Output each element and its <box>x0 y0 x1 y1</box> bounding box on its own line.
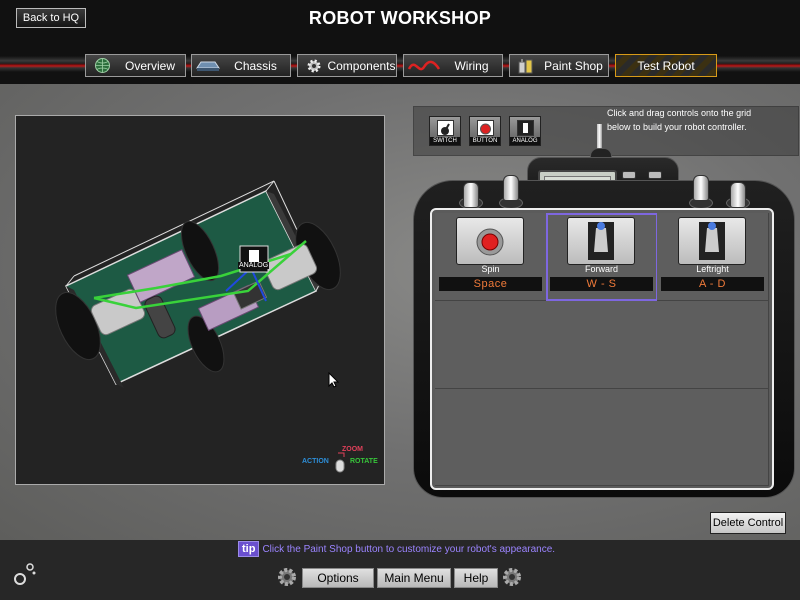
control-name: Spin <box>481 264 500 274</box>
tip-badge: tip <box>238 541 260 557</box>
tab-label: Paint Shop <box>544 58 603 73</box>
analog-tool[interactable]: ANALOG <box>509 116 541 146</box>
control-key-binding: A - D <box>661 277 764 291</box>
help-button[interactable]: Help <box>454 568 498 588</box>
tab-label: Wiring <box>454 58 489 73</box>
tab-label: Chassis <box>234 58 277 73</box>
controller-instructions: Click and drag controls onto the grid be… <box>607 108 752 132</box>
action-label: ACTION <box>302 458 329 465</box>
control-cell-forward[interactable]: Forward W - S <box>546 213 658 301</box>
wire-icon <box>407 56 441 75</box>
toggle-stick <box>693 175 709 201</box>
robot-render <box>55 180 341 388</box>
tab-components[interactable]: Components <box>297 54 397 77</box>
robot-3d-viewport[interactable]: ANALOG ZOOM ACTION ROTATE <box>15 115 385 485</box>
button-icon <box>477 120 494 136</box>
main-menu-button[interactable]: Main Menu <box>377 568 451 588</box>
mouse-cursor <box>328 371 340 388</box>
tool-label: ANALOG <box>510 137 540 145</box>
options-button[interactable]: Options <box>302 568 374 588</box>
rotate-label: ROTATE <box>350 458 378 465</box>
page-title: ROBOT WORKSHOP <box>308 8 492 28</box>
tab-label: Components <box>327 58 396 73</box>
tool-label: SWITCH <box>430 137 460 145</box>
analog-control-icon <box>678 217 746 265</box>
switch-tool[interactable]: SWITCH <box>429 116 461 146</box>
gear-icon <box>276 566 298 588</box>
toggle-stick <box>503 175 519 201</box>
empty-control-slot[interactable] <box>657 301 769 389</box>
control-name: Leftright <box>696 264 729 274</box>
tab-label: Test Robot <box>637 58 695 73</box>
tab-wiring[interactable]: Wiring <box>403 54 503 77</box>
delete-control-button[interactable]: Delete Control <box>710 512 786 534</box>
chassis-icon <box>195 56 221 75</box>
control-name: Forward <box>584 264 618 274</box>
button-control-icon <box>456 217 524 265</box>
analog-component-label: ANALOG <box>238 262 270 269</box>
control-cell-spin[interactable]: Spin Space <box>435 213 547 301</box>
paint-cans-icon <box>513 56 539 75</box>
mouse-icon <box>335 452 345 473</box>
switch-icon <box>437 120 454 136</box>
globe-icon <box>89 56 115 75</box>
empty-control-slot[interactable] <box>546 389 658 486</box>
control-key-binding: W - S <box>550 277 653 291</box>
mouse-controls-legend: ZOOM ACTION ROTATE <box>302 446 382 476</box>
toggle-stick <box>463 182 479 208</box>
control-key-binding: Space <box>439 277 542 291</box>
tab-label: Overview <box>124 58 175 73</box>
control-cell-leftright[interactable]: Leftright A - D <box>657 213 769 301</box>
gear-icon <box>501 566 523 588</box>
empty-control-slot[interactable] <box>546 301 658 389</box>
empty-control-slot[interactable] <box>435 301 547 389</box>
toggle-stick <box>730 182 746 208</box>
empty-control-slot[interactable] <box>435 389 547 486</box>
tip-text: Click the Paint Shop button to customize… <box>262 543 556 555</box>
empty-control-slot[interactable] <box>657 389 769 486</box>
tab-paint-shop[interactable]: Paint Shop <box>509 54 609 77</box>
analog-control-icon <box>567 217 635 265</box>
remote-small-button <box>648 171 662 179</box>
tab-chassis[interactable]: Chassis <box>191 54 291 77</box>
analog-icon <box>517 120 534 136</box>
gear-icon <box>301 56 327 75</box>
tab-overview[interactable]: Overview <box>85 54 186 77</box>
game-logo-icon <box>12 561 38 587</box>
button-tool[interactable]: BUTTON <box>469 116 501 146</box>
remote-small-button <box>622 171 636 179</box>
controller-grid[interactable]: Spin Space Forward W - S Leftright A - D <box>430 208 774 490</box>
tool-label: BUTTON <box>470 137 500 145</box>
tip-message: tip Click the Paint Shop button to custo… <box>238 541 555 557</box>
tab-test-robot[interactable]: Test Robot <box>615 54 717 77</box>
back-to-hq-button[interactable]: Back to HQ <box>16 8 86 28</box>
